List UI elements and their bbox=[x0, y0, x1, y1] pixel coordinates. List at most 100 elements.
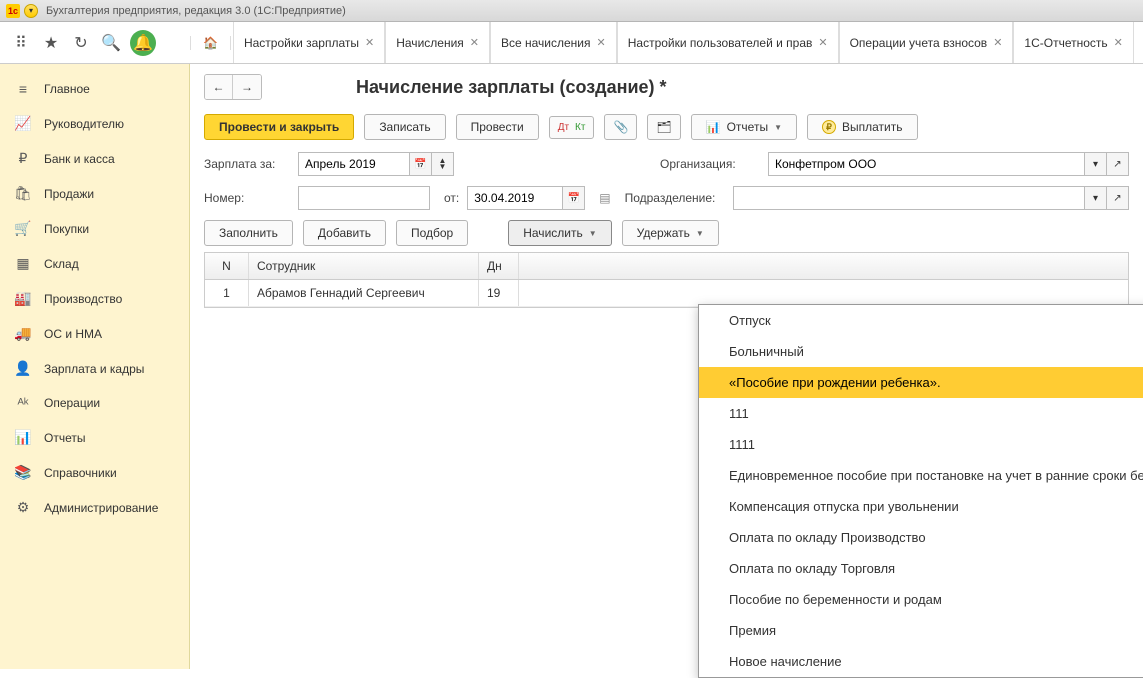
sidebar-item-6[interactable]: 🏭Производство bbox=[0, 281, 189, 316]
sidebar-icon: ₽ bbox=[14, 150, 32, 167]
notifications-icon[interactable]: 🔔 bbox=[130, 30, 156, 56]
dropdown-item-0[interactable]: Отпуск bbox=[699, 305, 1143, 336]
tab-close-icon[interactable]: ✕ bbox=[470, 36, 479, 49]
sidebar-item-label: Руководителю bbox=[44, 117, 124, 131]
back-button[interactable]: ← bbox=[205, 75, 233, 99]
calendar-icon[interactable]: 📅 bbox=[410, 152, 432, 176]
number-field[interactable] bbox=[298, 186, 430, 210]
dropdown-item-10[interactable]: Премия bbox=[699, 615, 1143, 646]
tab-1[interactable]: Начисления✕ bbox=[385, 22, 490, 63]
nav-back-forward: ← → bbox=[204, 74, 262, 100]
date-field[interactable]: 📅 bbox=[467, 186, 585, 210]
sidebar-icon: ▦ bbox=[14, 255, 32, 272]
home-tab[interactable]: 🏠 bbox=[190, 36, 231, 50]
sidebar-item-9[interactable]: ᴬᵏОперации bbox=[0, 386, 189, 420]
sidebar-item-3[interactable]: 🛍Продажи bbox=[0, 176, 189, 211]
dropdown-item-9[interactable]: Пособие по беременности и родам bbox=[699, 584, 1143, 615]
deduct-button[interactable]: Удержать▼ bbox=[622, 220, 719, 246]
dropdown-item-1[interactable]: Больничный bbox=[699, 336, 1143, 367]
tab-close-icon[interactable]: ✕ bbox=[597, 36, 606, 49]
sidebar-item-label: Склад bbox=[44, 257, 79, 271]
org-input[interactable] bbox=[775, 157, 1078, 171]
month-input[interactable] bbox=[305, 157, 403, 171]
accrue-button[interactable]: Начислить▼ bbox=[508, 220, 611, 246]
sidebar-item-label: Продажи bbox=[44, 187, 94, 201]
tab-close-icon[interactable]: ✕ bbox=[993, 36, 1002, 49]
forward-button[interactable]: → bbox=[233, 75, 261, 99]
sidebar-item-label: Операции bbox=[44, 396, 100, 410]
sidebar-icon: ⚙ bbox=[14, 499, 32, 516]
sidebar-icon: 🚚 bbox=[14, 325, 32, 342]
sidebar-item-8[interactable]: 👤 Зарплата и кадры bbox=[0, 351, 189, 386]
document-tabs: Настройки зарплаты✕Начисления✕Все начисл… bbox=[233, 22, 1134, 63]
select-button[interactable]: Подбор bbox=[396, 220, 468, 246]
dept-field[interactable]: ▾ ↗ bbox=[733, 186, 1129, 210]
dropdown-item-8[interactable]: Оплата по окладу Торговля bbox=[699, 553, 1143, 584]
dept-dropdown-icon[interactable]: ▾ bbox=[1085, 186, 1107, 210]
app-dropdown-icon[interactable]: ▾ bbox=[24, 4, 38, 18]
comment-icon[interactable]: ▤ bbox=[599, 191, 610, 205]
sidebar-item-label: Администрирование bbox=[44, 501, 158, 515]
sidebar-item-5[interactable]: ▦ Склад bbox=[0, 246, 189, 281]
number-input[interactable] bbox=[305, 191, 423, 205]
tab-5[interactable]: 1С-Отчетность✕ bbox=[1013, 22, 1133, 63]
sidebar-item-2[interactable]: ₽Банк и касса bbox=[0, 141, 189, 176]
date-calendar-icon[interactable]: 📅 bbox=[563, 186, 585, 210]
fill-button[interactable]: Заполнить bbox=[204, 220, 293, 246]
dropdown-item-3[interactable]: 111 bbox=[699, 398, 1143, 429]
dropdown-item-4[interactable]: 1111 bbox=[699, 429, 1143, 460]
sidebar-icon: 👤 bbox=[14, 360, 32, 377]
sidebar-item-0[interactable]: ≡Главное bbox=[0, 72, 189, 106]
month-spinner[interactable]: ▲▼ bbox=[432, 152, 454, 176]
add-button[interactable]: Добавить bbox=[303, 220, 386, 246]
table-row[interactable]: 1 Абрамов Геннадий Сергеевич 19 bbox=[205, 280, 1128, 307]
org-dropdown-icon[interactable]: ▾ bbox=[1085, 152, 1107, 176]
dtkt-icon[interactable]: ДтКт bbox=[549, 116, 595, 139]
structure-icon[interactable]: 🗂 bbox=[647, 114, 680, 140]
dropdown-item-2[interactable]: «Пособие при рождении ребенка». bbox=[699, 367, 1143, 398]
date-input[interactable] bbox=[474, 191, 556, 205]
tab-4[interactable]: Операции учета взносов✕ bbox=[839, 22, 1014, 63]
sidebar-item-11[interactable]: 📚Справочники bbox=[0, 455, 189, 490]
tab-close-icon[interactable]: ✕ bbox=[365, 36, 374, 49]
titlebar: 1c ▾ Бухгалтерия предприятия, редакция 3… bbox=[0, 0, 1143, 22]
save-button[interactable]: Записать bbox=[364, 114, 445, 140]
col-employee[interactable]: Сотрудник bbox=[249, 253, 479, 279]
attach-icon[interactable]: 📎 bbox=[604, 114, 637, 140]
sidebar-item-1[interactable]: 📈Руководителю bbox=[0, 106, 189, 141]
tab-0[interactable]: Настройки зарплаты✕ bbox=[233, 22, 385, 63]
org-field[interactable]: ▾ ↗ bbox=[768, 152, 1129, 176]
sidebar-item-7[interactable]: 🚚ОС и НМА bbox=[0, 316, 189, 351]
dept-open-icon[interactable]: ↗ bbox=[1107, 186, 1129, 210]
dropdown-item-11[interactable]: Новое начисление bbox=[699, 646, 1143, 677]
col-days[interactable]: Дн bbox=[479, 253, 519, 279]
org-open-icon[interactable]: ↗ bbox=[1107, 152, 1129, 176]
dept-input[interactable] bbox=[740, 191, 1078, 205]
dropdown-item-7[interactable]: Оплата по окладу Производство bbox=[699, 522, 1143, 553]
post-button[interactable]: Провести bbox=[456, 114, 539, 140]
tab-3[interactable]: Настройки пользователей и прав✕ bbox=[617, 22, 839, 63]
tab-close-icon[interactable]: ✕ bbox=[1114, 36, 1123, 49]
pay-button[interactable]: ₽Выплатить bbox=[807, 114, 918, 140]
sidebar-item-10[interactable]: 📊Отчеты bbox=[0, 420, 189, 455]
sidebar-item-12[interactable]: ⚙ Администрирование bbox=[0, 490, 189, 525]
sidebar-item-label: Зарплата и кадры bbox=[44, 362, 144, 376]
dropdown-item-5[interactable]: Единовременное пособие при постановке на… bbox=[699, 460, 1143, 491]
post-and-close-button[interactable]: Провести и закрыть bbox=[204, 114, 354, 140]
sidebar-icon: 🏭 bbox=[14, 290, 32, 307]
reports-button[interactable]: 📊Отчеты▼ bbox=[691, 114, 797, 140]
grid-header: N Сотрудник Дн bbox=[205, 253, 1128, 280]
star-icon[interactable]: ★ bbox=[40, 32, 62, 54]
dropdown-item-6[interactable]: Компенсация отпуска при увольнении bbox=[699, 491, 1143, 522]
tab-close-icon[interactable]: ✕ bbox=[818, 36, 827, 49]
month-field[interactable]: 📅 ▲▼ bbox=[298, 152, 454, 176]
sidebar-icon: ≡ bbox=[14, 81, 32, 97]
apps-icon[interactable]: ⠿ bbox=[10, 32, 32, 54]
tab-2[interactable]: Все начисления✕ bbox=[490, 22, 617, 63]
salary-for-label: Зарплата за: bbox=[204, 157, 290, 171]
sidebar-item-label: Справочники bbox=[44, 466, 117, 480]
sidebar-item-4[interactable]: 🛒Покупки bbox=[0, 211, 189, 246]
search-icon[interactable]: 🔍 bbox=[100, 32, 122, 54]
history-icon[interactable]: ↻ bbox=[70, 32, 92, 54]
col-n[interactable]: N bbox=[205, 253, 249, 279]
